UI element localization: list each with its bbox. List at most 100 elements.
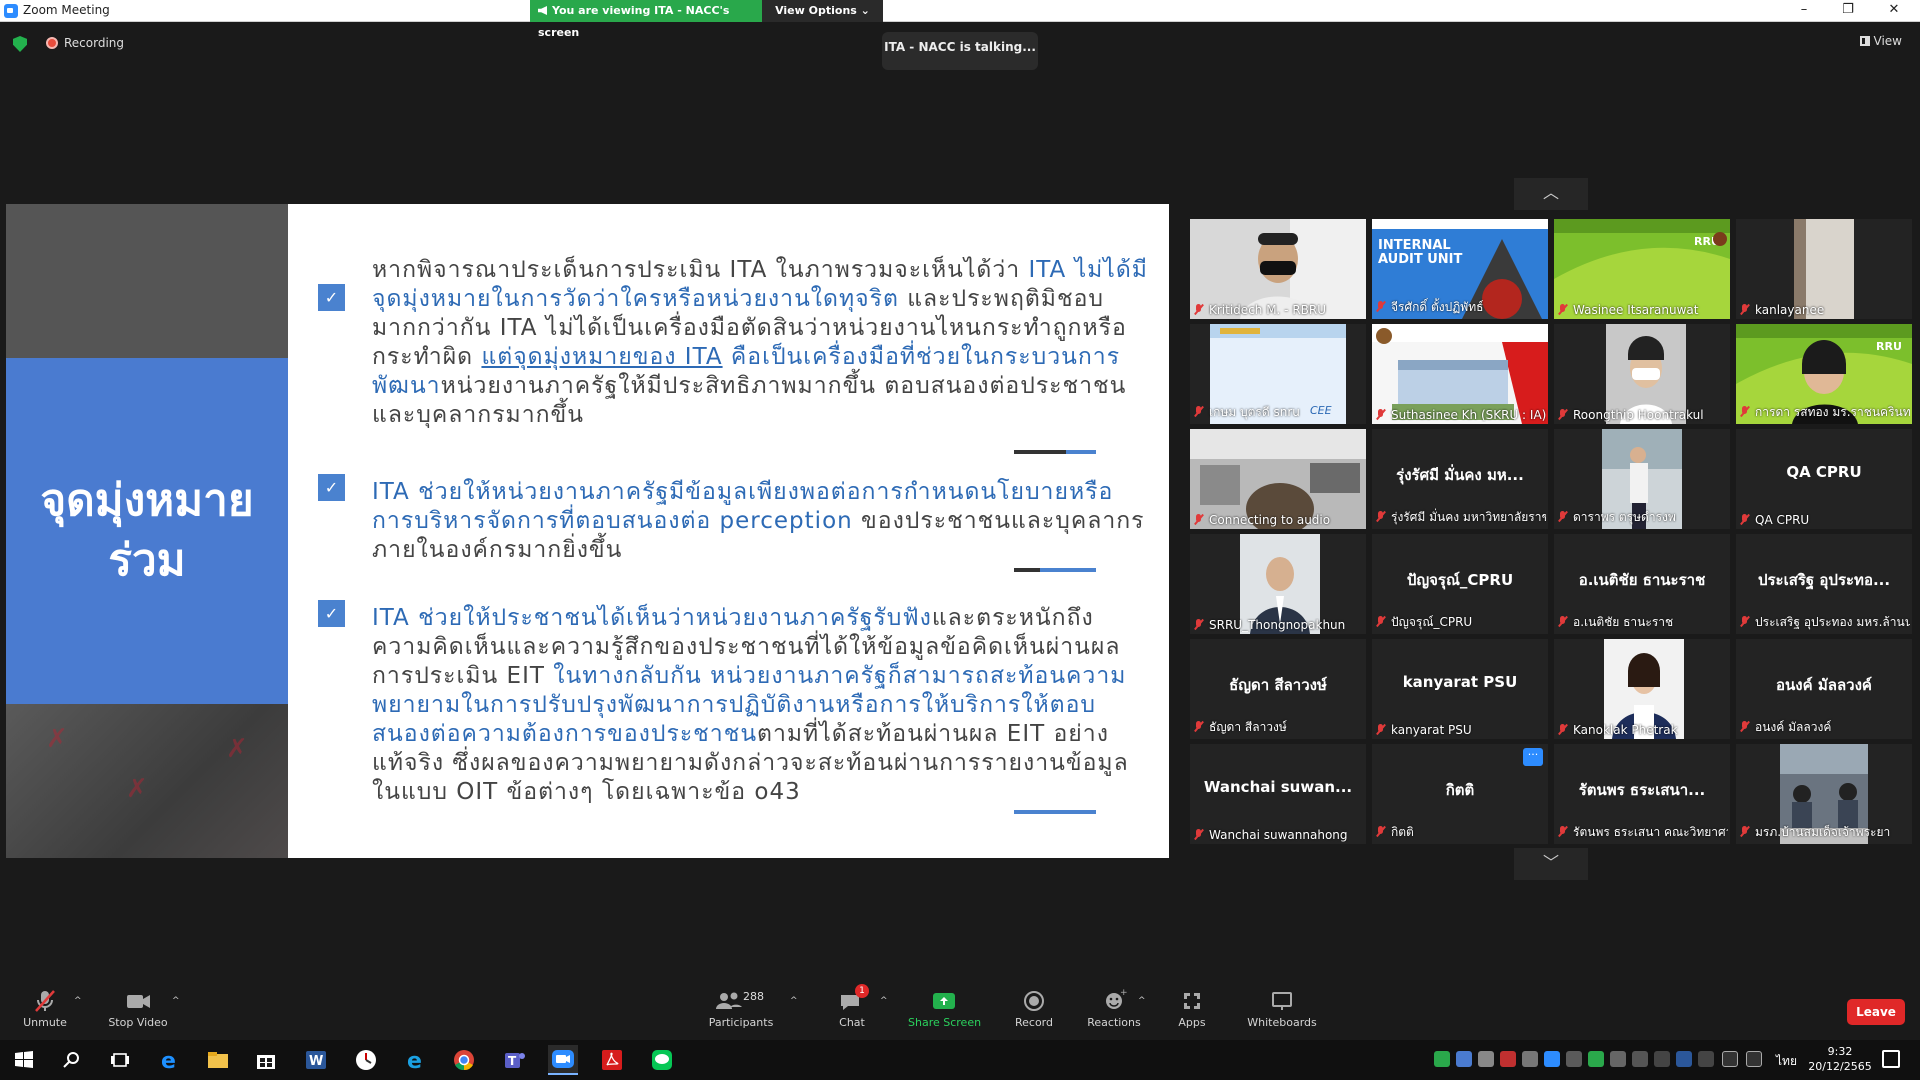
participant-name-center: kanyarat PSU bbox=[1402, 673, 1518, 691]
participant-tile[interactable]: Roongthip Hoontrakul bbox=[1554, 324, 1730, 424]
slide-text-run: แต่จุดมุ่งหมายของ ITA bbox=[481, 344, 723, 370]
participant-tile[interactable]: Kritidech M. - RBRU bbox=[1190, 219, 1366, 319]
word-icon[interactable]: W bbox=[304, 1048, 328, 1072]
reactions-icon: + bbox=[1101, 988, 1128, 1014]
tray-icon[interactable] bbox=[1698, 1051, 1714, 1067]
participant-tile[interactable]: ดาราพร ตรุษดำรงพ bbox=[1554, 429, 1730, 529]
participant-tile[interactable]: Suthasinee Kh (SKRU : IA) bbox=[1372, 324, 1548, 424]
gallery-next-button[interactable]: ﹀ bbox=[1514, 848, 1588, 880]
participant-tile[interactable]: ธัญดา สีลาวงษ์ ธัญดา สีลาวงษ์ bbox=[1190, 639, 1366, 739]
participant-tile[interactable]: CEE เกษม บุตรดี snru bbox=[1190, 324, 1366, 424]
participant-label: การดา รสทอง มร.ราชนครินทร์ bbox=[1740, 403, 1910, 422]
tray-icon[interactable] bbox=[1434, 1051, 1450, 1067]
file-explorer-icon[interactable] bbox=[206, 1048, 230, 1072]
tray-icon[interactable] bbox=[1544, 1051, 1560, 1067]
tray-icon[interactable] bbox=[1522, 1051, 1538, 1067]
participant-tile[interactable]: ปัญจรุณ์_CPRU ปัญจรุณ์_CPRU bbox=[1372, 534, 1548, 634]
participant-tile[interactable]: Kanoklak Phetrak bbox=[1554, 639, 1730, 739]
security-shield-icon[interactable] bbox=[13, 36, 27, 52]
windows-start-icon[interactable] bbox=[12, 1048, 36, 1072]
internet-explorer-icon[interactable]: e bbox=[404, 1048, 428, 1074]
acrobat-icon[interactable] bbox=[600, 1048, 624, 1072]
volume-icon[interactable] bbox=[1746, 1051, 1762, 1067]
participant-tile[interactable]: RRU การดา รสทอง มร.ราชนครินทร์ bbox=[1736, 324, 1912, 424]
chat-button[interactable]: 1 Chat bbox=[834, 982, 870, 1038]
view-button[interactable]: View bbox=[1859, 34, 1902, 48]
participants-options-caret[interactable]: ^ bbox=[790, 996, 798, 1006]
participant-tile[interactable]: อ.เนติชัย ธานะราช อ.เนติชัย ธานะราช bbox=[1554, 534, 1730, 634]
search-icon[interactable] bbox=[60, 1048, 84, 1072]
audio-options-caret[interactable]: ^ bbox=[74, 996, 82, 1006]
participant-tile[interactable]: มรภ.บ้านสมเด็จเจ้าพระยา bbox=[1736, 744, 1912, 844]
tray-icon[interactable] bbox=[1632, 1051, 1648, 1067]
participant-label-text: ธัญดา สีลาวงษ์ bbox=[1209, 720, 1287, 734]
tray-icon[interactable] bbox=[1500, 1051, 1516, 1067]
participant-tile[interactable]: kanyarat PSU kanyarat PSU bbox=[1372, 639, 1548, 739]
tray-icon[interactable] bbox=[1676, 1051, 1692, 1067]
participant-tile[interactable]: RRU Wasinee Itsaranuwat bbox=[1554, 219, 1730, 319]
input-language[interactable]: ไทย bbox=[1776, 1052, 1797, 1071]
participant-label-text: กิตติ bbox=[1391, 825, 1414, 839]
participant-tile[interactable]: kanlayanee bbox=[1736, 219, 1912, 319]
reactions-button[interactable]: + Reactions bbox=[1086, 982, 1142, 1038]
clock-app-icon[interactable] bbox=[354, 1048, 378, 1072]
edge-icon[interactable]: e bbox=[158, 1048, 182, 1074]
mic-muted-icon bbox=[1558, 409, 1567, 420]
line-icon[interactable] bbox=[650, 1048, 674, 1072]
chrome-icon[interactable] bbox=[452, 1048, 476, 1072]
participant-tile[interactable]: SRRU_Thongnopakhun bbox=[1190, 534, 1366, 634]
participant-tile[interactable]: รัตนพร ธระเสนา... รัตนพร ธระเสนา คณะวิทยา… bbox=[1554, 744, 1730, 844]
notifications-icon[interactable] bbox=[1882, 1050, 1900, 1068]
participant-label-text: Wanchai suwannahong bbox=[1209, 828, 1348, 842]
unmute-button[interactable]: Unmute bbox=[20, 982, 70, 1038]
taskbar-clock[interactable]: 9:32 20/12/2565 bbox=[1805, 1044, 1875, 1074]
chat-options-caret[interactable]: ^ bbox=[880, 996, 888, 1006]
participant-label-text: Roongthip Hoontrakul bbox=[1573, 408, 1704, 422]
whiteboards-button[interactable]: Whiteboards bbox=[1246, 982, 1318, 1038]
close-button[interactable]: ✕ bbox=[1872, 0, 1916, 22]
tray-icon[interactable] bbox=[1478, 1051, 1494, 1067]
participant-tile[interactable]: กิตติ กิตติ bbox=[1372, 744, 1548, 844]
participant-tile[interactable]: INTERNAL AUDIT UNIT จีรศักดิ์ ตั้งปฏิพัทธ์ bbox=[1372, 219, 1548, 319]
tray-icon[interactable] bbox=[1654, 1051, 1670, 1067]
video-options-caret[interactable]: ^ bbox=[172, 996, 180, 1006]
mic-muted-icon bbox=[1740, 406, 1749, 417]
participant-tile[interactable]: QA CPRU QA CPRU bbox=[1736, 429, 1912, 529]
store-icon[interactable] bbox=[254, 1048, 278, 1072]
more-options-icon[interactable]: ··· bbox=[1523, 748, 1543, 766]
leave-button[interactable]: Leave bbox=[1847, 999, 1905, 1025]
participant-tile[interactable]: รุ่งรัศมี มั่นคง มห... รุ่งรัศมี มั่นคง ม… bbox=[1372, 429, 1548, 529]
photo-mark: ✗ bbox=[226, 734, 248, 764]
participant-label: ธัญดา สีลาวงษ์ bbox=[1194, 718, 1364, 737]
zoom-taskbar-icon[interactable] bbox=[548, 1045, 578, 1075]
participant-name-center: Wanchai suwan... bbox=[1203, 778, 1353, 796]
participant-tile[interactable]: อนงค์ มัลลวงค์ อนงค์ มัลลวงค์ bbox=[1736, 639, 1912, 739]
task-view-icon[interactable] bbox=[108, 1048, 132, 1072]
participants-button[interactable]: 288 Participants bbox=[706, 982, 776, 1038]
participant-label: Roongthip Hoontrakul bbox=[1558, 408, 1728, 422]
restore-button[interactable]: ❐ bbox=[1826, 0, 1870, 22]
participant-label: ดาราพร ตรุษดำรงพ bbox=[1558, 508, 1728, 527]
share-screen-button[interactable]: Share Screen bbox=[908, 982, 981, 1038]
teams-icon[interactable]: T bbox=[502, 1048, 526, 1072]
chevron-down-icon: ⌄ bbox=[860, 4, 870, 17]
gallery-prev-button[interactable]: ︿ bbox=[1514, 178, 1588, 210]
participant-tile[interactable]: ประเสริฐ อุประทอ... ประเสริฐ อุประทอง มหร… bbox=[1736, 534, 1912, 634]
network-icon[interactable] bbox=[1722, 1051, 1738, 1067]
participant-tile[interactable]: Connecting to audio bbox=[1190, 429, 1366, 529]
tray-icon[interactable] bbox=[1456, 1051, 1472, 1067]
record-button[interactable]: Record bbox=[1012, 982, 1056, 1038]
participant-tile[interactable]: Wanchai suwan... Wanchai suwannahong bbox=[1190, 744, 1366, 844]
chat-badge: 1 bbox=[855, 984, 869, 998]
svg-text:RRU: RRU bbox=[1876, 340, 1902, 353]
participant-label-text: การดา รสทอง มร.ราชนครินทร์ bbox=[1755, 405, 1910, 419]
apps-button[interactable]: Apps bbox=[1174, 982, 1210, 1038]
tray-icon[interactable] bbox=[1588, 1051, 1604, 1067]
tray-icon[interactable] bbox=[1566, 1051, 1582, 1067]
bluetooth-icon[interactable] bbox=[1610, 1051, 1626, 1067]
unmute-label: Unmute bbox=[23, 1016, 67, 1029]
minimize-button[interactable]: – bbox=[1782, 0, 1826, 22]
reactions-options-caret[interactable]: ^ bbox=[1138, 996, 1146, 1006]
stop-video-button[interactable]: Stop Video bbox=[106, 982, 170, 1038]
view-options-button[interactable]: View Options ⌄ bbox=[762, 0, 883, 22]
